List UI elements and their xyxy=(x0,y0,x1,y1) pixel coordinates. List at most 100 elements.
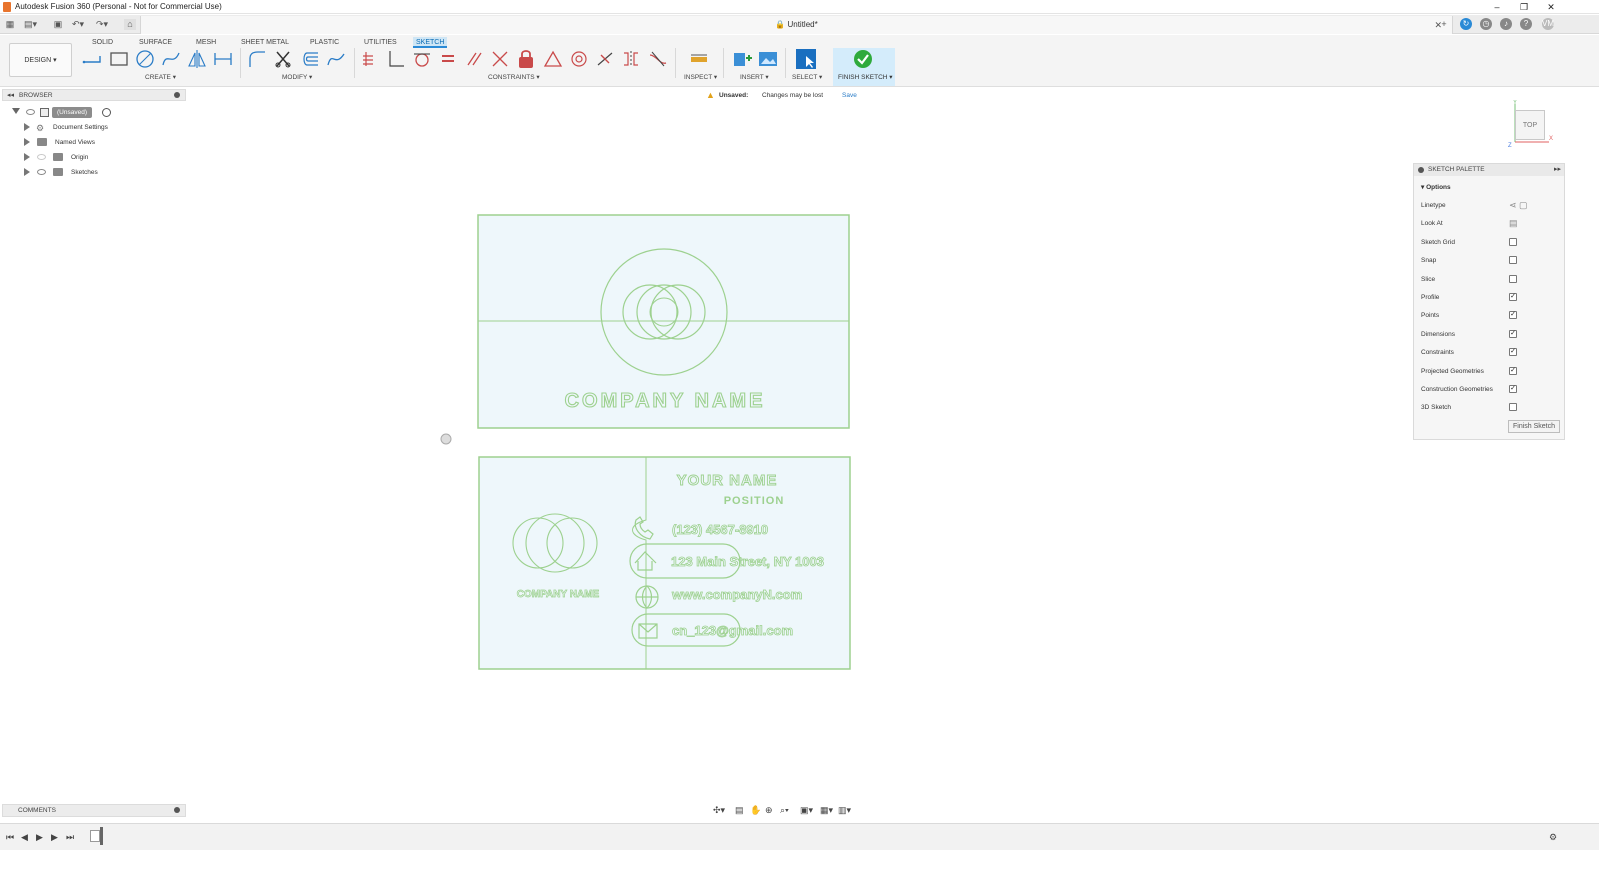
save-icon[interactable]: ▣ xyxy=(52,19,64,30)
insert-group-label[interactable]: INSERT ▾ xyxy=(740,73,769,81)
palette-row[interactable]: Profile ✓ xyxy=(1421,290,1561,305)
palette-collapse-icon[interactable]: ▸▸ xyxy=(1554,164,1561,176)
tab-sheet-metal[interactable]: SHEET METAL xyxy=(238,37,292,48)
file-menu-icon[interactable]: ▤▾ xyxy=(24,19,37,30)
mirror-tool-icon[interactable] xyxy=(186,48,208,70)
tab-sketch[interactable]: SKETCH xyxy=(413,37,448,48)
coincident-constraint-icon[interactable] xyxy=(359,48,381,70)
concentric-constraint-icon[interactable] xyxy=(568,48,590,70)
palette-checkbox[interactable]: ✓ xyxy=(1509,385,1517,393)
palette-pin-icon[interactable] xyxy=(1418,167,1424,173)
rectangle-tool-icon[interactable] xyxy=(108,48,130,70)
trim-tool-icon[interactable] xyxy=(273,48,295,70)
close-window-icon[interactable]: ✕ xyxy=(1544,0,1558,14)
browser-panel-header[interactable]: ◂◂ BROWSER xyxy=(2,89,186,101)
tab-utilities[interactable]: UTILITIES xyxy=(361,37,400,48)
insert-canvas-icon[interactable] xyxy=(757,48,779,70)
palette-row[interactable]: Dimensions ✓ xyxy=(1421,327,1561,342)
symmetry-constraint-icon[interactable] xyxy=(620,48,642,70)
home-icon[interactable]: ⌂ xyxy=(124,19,136,30)
equal-constraint-icon[interactable] xyxy=(437,48,459,70)
collapse-icon[interactable]: ◂◂ xyxy=(7,90,14,101)
viewports-icon[interactable]: ▥▾ xyxy=(838,805,851,816)
play-icon[interactable]: ▶ xyxy=(36,832,43,843)
constraints-group-label[interactable]: CONSTRAINTS ▾ xyxy=(488,73,540,81)
tab-mesh[interactable]: MESH xyxy=(193,37,219,48)
step-forward-icon[interactable]: ▶ xyxy=(51,832,58,843)
perpendicular-constraint-icon[interactable] xyxy=(385,48,407,70)
create-group-label[interactable]: CREATE ▾ xyxy=(145,73,176,81)
inspect-group-label[interactable]: INSPECT ▾ xyxy=(684,73,717,81)
palette-checkbox[interactable]: ✓ xyxy=(1509,311,1517,320)
help-icon[interactable]: ? xyxy=(1520,18,1532,30)
triangle-constraint-icon[interactable] xyxy=(542,48,564,70)
step-back-icon[interactable]: ◀ xyxy=(21,832,28,843)
comments-panel[interactable]: COMMENTS xyxy=(2,804,186,817)
grid-settings-icon[interactable]: ▦▾ xyxy=(820,805,833,816)
palette-checkbox[interactable]: ✓ xyxy=(1509,348,1517,357)
go-to-end-icon[interactable]: ⏭ xyxy=(66,832,74,843)
sketch-canvas[interactable]: COMPANY NAME COMPANY NAME YOUR NAME POSI… xyxy=(0,104,1599,804)
extensions-icon[interactable]: ↻ xyxy=(1460,18,1472,30)
display-settings-icon[interactable]: ▣▾ xyxy=(800,805,813,816)
offset-tool-icon[interactable] xyxy=(299,48,321,70)
sketch-dimension-icon[interactable] xyxy=(212,48,234,70)
options-section[interactable]: ▾ Options xyxy=(1421,180,1561,195)
notifications-icon[interactable]: ♪ xyxy=(1500,18,1512,30)
pin-icon[interactable] xyxy=(174,92,180,98)
select-group-label[interactable]: SELECT ▾ xyxy=(792,73,822,81)
palette-row[interactable]: Projected Geometries ✓ xyxy=(1421,364,1561,379)
curvature-constraint-icon[interactable] xyxy=(647,48,669,70)
timeline-marker[interactable] xyxy=(100,827,103,845)
comments-pin-icon[interactable] xyxy=(174,807,180,813)
palette-row[interactable]: Points ✓ xyxy=(1421,308,1561,323)
parallel-constraint-icon[interactable] xyxy=(463,48,485,70)
minimize-icon[interactable]: – xyxy=(1490,0,1504,14)
arc-tool-icon[interactable] xyxy=(160,48,182,70)
measure-tool-icon[interactable] xyxy=(688,48,710,70)
new-tab-icon[interactable]: + xyxy=(1438,19,1450,30)
linetype-icon[interactable]: ⋖ ▢ xyxy=(1509,198,1528,213)
palette-row[interactable]: Snap xyxy=(1421,253,1561,268)
timeline-sketch-feature[interactable] xyxy=(90,830,100,842)
palette-row[interactable]: Sketch Grid xyxy=(1421,235,1561,250)
tangent-constraint-icon[interactable] xyxy=(411,48,433,70)
spline-tool-icon[interactable] xyxy=(325,48,347,70)
pan-icon[interactable]: ✋ xyxy=(750,805,761,816)
palette-checkbox[interactable] xyxy=(1509,274,1517,283)
zoom-icon[interactable]: ⊕ xyxy=(765,805,773,816)
undo-icon[interactable]: ↶▾ xyxy=(72,19,84,30)
timeline-settings-icon[interactable]: ⚙ xyxy=(1549,832,1557,843)
palette-row[interactable]: Construction Geometries ✓ xyxy=(1421,382,1561,397)
palette-checkbox[interactable] xyxy=(1509,256,1517,265)
look-at-icon[interactable]: ▤ xyxy=(735,805,744,816)
app-grid-icon[interactable]: ▦ xyxy=(4,19,16,30)
line-tool-icon[interactable] xyxy=(82,48,104,70)
finish-sketch-button[interactable]: FINISH SKETCH ▾ xyxy=(833,48,895,86)
circle-tool-icon[interactable] xyxy=(134,48,156,70)
modify-group-label[interactable]: MODIFY ▾ xyxy=(282,73,312,81)
palette-row[interactable]: Look At ▤ xyxy=(1421,216,1561,231)
redo-icon[interactable]: ↷▾ xyxy=(96,19,108,30)
palette-checkbox[interactable] xyxy=(1509,237,1517,246)
collinear-constraint-icon[interactable] xyxy=(489,48,511,70)
document-tab[interactable]: 🔒 Untitled* ✕ xyxy=(140,16,1453,34)
job-status-icon[interactable]: ◷ xyxy=(1480,18,1492,30)
fit-icon[interactable]: ⌕▾ xyxy=(780,805,789,816)
palette-row[interactable]: Linetype ⋖ ▢ xyxy=(1421,198,1561,213)
look-at-icon[interactable]: ▤ xyxy=(1509,216,1518,231)
palette-checkbox[interactable]: ✓ xyxy=(1509,366,1517,375)
fix-constraint-icon[interactable] xyxy=(515,48,537,70)
palette-checkbox[interactable]: ✓ xyxy=(1509,293,1517,301)
user-avatar[interactable]: VM xyxy=(1542,18,1554,30)
maximize-icon[interactable]: ❐ xyxy=(1517,0,1531,14)
select-tool-icon[interactable] xyxy=(795,48,817,70)
palette-checkbox[interactable]: ✓ xyxy=(1509,329,1517,338)
midpoint-constraint-icon[interactable] xyxy=(594,48,616,70)
go-to-start-icon[interactable]: ⏮ xyxy=(6,832,14,843)
pivot-marker-icon[interactable] xyxy=(440,433,452,445)
palette-row[interactable]: Constraints ✓ xyxy=(1421,345,1561,360)
orbit-icon[interactable]: ✣▾ xyxy=(713,805,725,816)
fillet-tool-icon[interactable] xyxy=(246,48,268,70)
palette-row[interactable]: Slice xyxy=(1421,272,1561,287)
